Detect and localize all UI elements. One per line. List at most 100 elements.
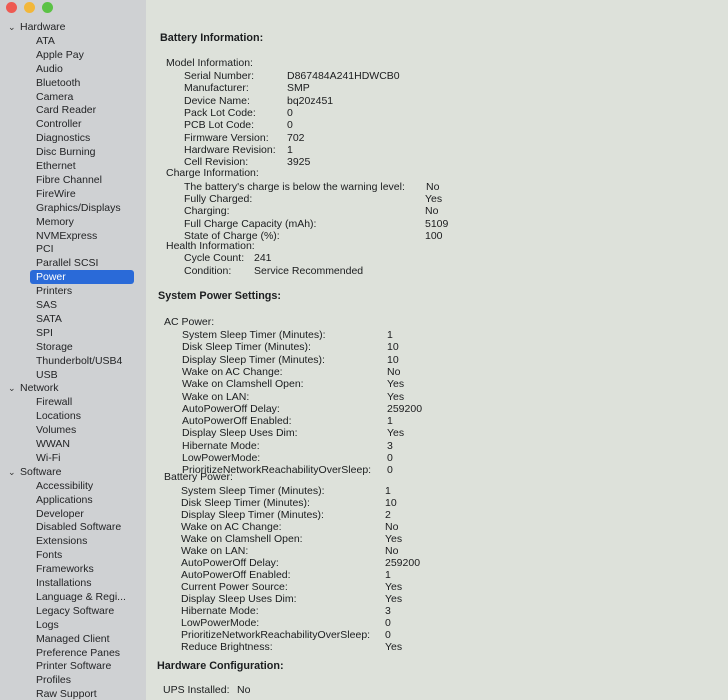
- sidebar-item-audio[interactable]: Audio: [36, 62, 63, 76]
- model-pack-lot-code-value: 0: [287, 106, 293, 119]
- sidebar-item-language-regi[interactable]: Language & Regi...: [36, 590, 126, 604]
- system-power-title: System Power Settings:: [158, 290, 281, 302]
- sidebar-item-card-reader[interactable]: Card Reader: [36, 103, 96, 117]
- sidebar-item-extensions[interactable]: Extensions: [36, 534, 87, 548]
- model-hardware-revision-label: Hardware Revision:: [184, 143, 276, 156]
- ac-disk-sleep-timer-minutes-label: Disk Sleep Timer (Minutes):: [182, 341, 311, 354]
- sidebar-group-software[interactable]: ⌄ Software: [8, 465, 61, 479]
- ac-display-sleep-timer-minutes-value: 10: [387, 353, 399, 366]
- sidebar-item-diagnostics[interactable]: Diagnostics: [36, 131, 90, 145]
- sidebar-item-camera[interactable]: Camera: [36, 90, 73, 104]
- sidebar-item-fonts[interactable]: Fonts: [36, 548, 62, 562]
- ac-wake-on-clamshell-open-label: Wake on Clamshell Open:: [182, 378, 304, 391]
- sidebar-item-spi[interactable]: SPI: [36, 326, 53, 340]
- sidebar-item-profiles[interactable]: Profiles: [36, 673, 71, 687]
- charge-info-header: Charge Information:: [166, 167, 259, 179]
- sidebar-item-volumes[interactable]: Volumes: [36, 423, 76, 437]
- model-pcb-lot-code-value: 0: [287, 119, 293, 132]
- charge-the-battery-s-charge-is-below-the-warning-level-label: The battery's charge is below the warnin…: [184, 181, 405, 193]
- sidebar-group-label: Hardware: [20, 21, 66, 33]
- sidebar-item-parallel-scsi[interactable]: Parallel SCSI: [36, 256, 98, 270]
- model-manufacturer-label: Manufacturer:: [184, 82, 249, 95]
- sidebar-item-storage[interactable]: Storage: [36, 340, 73, 354]
- sidebar-group-hardware[interactable]: ⌄ Hardware: [8, 20, 66, 34]
- ac-display-sleep-uses-dim-value: Yes: [387, 427, 405, 440]
- sidebar-item-applications[interactable]: Applications: [36, 493, 93, 507]
- ac-wake-on-lan-label: Wake on LAN:: [182, 390, 250, 403]
- sidebar-item-preference-panes[interactable]: Preference Panes: [36, 646, 120, 660]
- close-window-button[interactable]: [6, 2, 17, 13]
- chevron-down-icon[interactable]: ⌄: [8, 381, 20, 395]
- sidebar-item-installations[interactable]: Installations: [36, 576, 91, 590]
- sidebar-item-ata[interactable]: ATA: [36, 34, 55, 48]
- sidebar-item-nvmexpress[interactable]: NVMExpress: [36, 229, 97, 243]
- window-controls: [6, 2, 53, 13]
- model-hardware-revision-value: 1: [287, 143, 293, 156]
- sidebar-item-sata[interactable]: SATA: [36, 312, 62, 326]
- sidebar-item-power[interactable]: Power: [36, 270, 66, 284]
- ac-autopoweroff-enabled-label: AutoPowerOff Enabled:: [182, 415, 292, 428]
- sidebar-item-disc-burning[interactable]: Disc Burning: [36, 145, 96, 159]
- charge-the-battery-s-charge-is-below-the-warning-level-value: No: [426, 181, 440, 193]
- minimize-window-button[interactable]: [24, 2, 35, 13]
- sidebar-item-legacy-software[interactable]: Legacy Software: [36, 604, 114, 618]
- sidebar-item-firewall[interactable]: Firewall: [36, 395, 72, 409]
- sidebar-item-ethernet[interactable]: Ethernet: [36, 159, 76, 173]
- charge-full-charge-capacity-mah-label: Full Charge Capacity (mAh):: [184, 217, 317, 230]
- sidebar-item-firewire[interactable]: FireWire: [36, 187, 76, 201]
- sidebar-item-logs[interactable]: Logs: [36, 618, 59, 632]
- ac-system-sleep-timer-minutes-value: 1: [387, 329, 393, 341]
- chevron-down-icon[interactable]: ⌄: [8, 465, 20, 479]
- ac-hibernate-mode-value: 3: [387, 439, 393, 452]
- sidebar-item-graphics-displays[interactable]: Graphics/Displays: [36, 201, 121, 215]
- model-serial-number-label: Serial Number:: [184, 70, 255, 82]
- charge-fully-charged-value: Yes: [425, 193, 443, 206]
- ac-power-header: AC Power:: [164, 316, 215, 328]
- ups-installed-label: UPS Installed:: [163, 684, 230, 696]
- health-condition-label: Condition:: [184, 264, 232, 277]
- battpow-reduce-brightness-label: Reduce Brightness:: [181, 641, 273, 653]
- health-cycle-count-label: Cycle Count:: [184, 252, 245, 264]
- sidebar-item-usb[interactable]: USB: [36, 368, 58, 382]
- sidebar-item-raw-support[interactable]: Raw Support: [36, 687, 97, 700]
- ac-wake-on-ac-change-value: No: [387, 365, 401, 378]
- health-condition-value: Service Recommended: [254, 264, 364, 277]
- sidebar-item-printers[interactable]: Printers: [36, 284, 72, 298]
- sidebar-item-developer[interactable]: Developer: [36, 507, 84, 521]
- sidebar-item-thunderbolt-usb4[interactable]: Thunderbolt/USB4: [36, 354, 122, 368]
- zoom-window-button[interactable]: [42, 2, 53, 13]
- model-manufacturer-value: SMP: [287, 82, 310, 95]
- ac-autopoweroff-enabled-value: 1: [387, 415, 393, 428]
- sidebar-item-fibre-channel[interactable]: Fibre Channel: [36, 173, 102, 187]
- sidebar-item-controller[interactable]: Controller: [36, 117, 82, 131]
- battery-power-header: Battery Power:: [164, 471, 233, 483]
- ups-installed-value: No: [237, 684, 251, 696]
- sidebar-item-pci[interactable]: PCI: [36, 242, 54, 256]
- model-serial-number-value: D867484A241HDWCB0: [287, 70, 400, 82]
- sidebar-item-locations[interactable]: Locations: [36, 409, 81, 423]
- sidebar-item-sas[interactable]: SAS: [36, 298, 57, 312]
- sidebar-group-network[interactable]: ⌄ Network: [8, 381, 59, 395]
- charge-charging-value: No: [425, 205, 439, 218]
- chevron-down-icon[interactable]: ⌄: [8, 20, 20, 34]
- sidebar-item-wi-fi[interactable]: Wi-Fi: [36, 451, 61, 465]
- sidebar-group-label: Network: [20, 382, 59, 395]
- model-device-name-label: Device Name:: [184, 94, 250, 107]
- battery-info-title: Battery Information:: [160, 32, 264, 44]
- model-info-header: Model Information:: [166, 57, 253, 69]
- sidebar-item-disabled-software[interactable]: Disabled Software: [36, 520, 121, 534]
- model-cell-revision-value: 3925: [287, 156, 311, 169]
- ac-display-sleep-uses-dim-label: Display Sleep Uses Dim:: [182, 427, 298, 440]
- sidebar-item-managed-client[interactable]: Managed Client: [36, 632, 110, 646]
- sidebar-item-bluetooth[interactable]: Bluetooth: [36, 76, 80, 90]
- model-pcb-lot-code-label: PCB Lot Code:: [184, 119, 255, 132]
- sidebar-item-apple-pay[interactable]: Apple Pay: [36, 48, 84, 62]
- charge-charging-label: Charging:: [184, 205, 230, 218]
- sidebar-item-memory[interactable]: Memory: [36, 215, 74, 229]
- model-device-name-value: bq20z451: [287, 94, 334, 107]
- ac-lowpowermode-value: 0: [387, 452, 393, 464]
- sidebar-item-printer-software[interactable]: Printer Software: [36, 659, 111, 673]
- sidebar-item-wwan[interactable]: WWAN: [36, 437, 70, 451]
- sidebar-item-frameworks[interactable]: Frameworks: [36, 562, 94, 576]
- sidebar-item-accessibility[interactable]: Accessibility: [36, 479, 93, 493]
